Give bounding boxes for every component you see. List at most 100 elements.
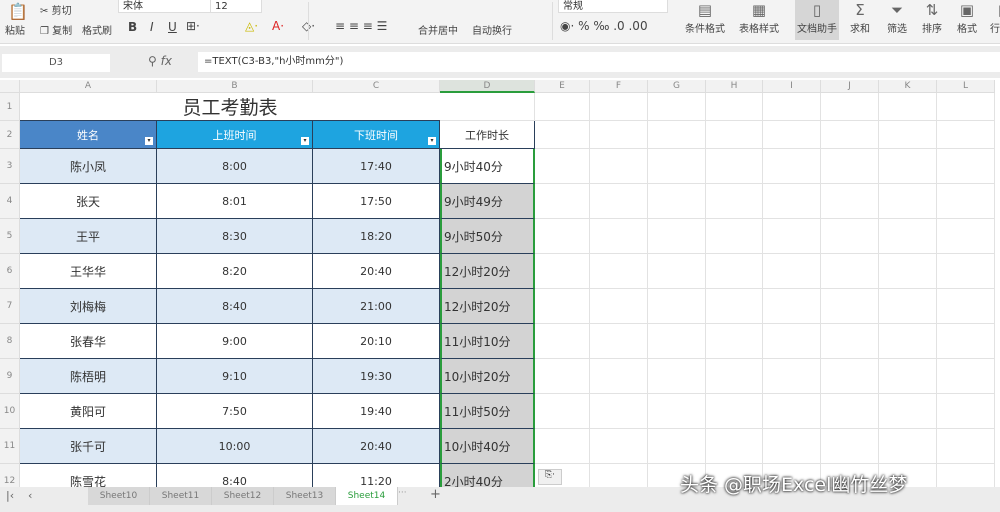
table-cell[interactable]: 18:20: [313, 219, 440, 254]
add-sheet-button[interactable]: +: [430, 487, 441, 502]
paste-icon[interactable]: 📋: [8, 2, 28, 21]
sheet-tab[interactable]: Sheet11: [150, 487, 212, 505]
number-format-select[interactable]: 常规: [558, 0, 668, 13]
formula-input[interactable]: =TEXT(C3-B3,"h小时mm分"): [198, 52, 1000, 72]
cell[interactable]: [648, 219, 706, 254]
cell[interactable]: [648, 254, 706, 289]
cell[interactable]: [706, 121, 763, 149]
cell[interactable]: [590, 254, 648, 289]
cell[interactable]: [937, 121, 995, 149]
table-cell[interactable]: 11小时50分: [440, 394, 535, 429]
row-header-5[interactable]: 5: [0, 219, 20, 254]
cell[interactable]: [706, 429, 763, 464]
select-all-corner[interactable]: [0, 80, 20, 93]
cell-D1[interactable]: [440, 93, 535, 121]
table-cell[interactable]: 张天: [20, 184, 157, 219]
table-cell[interactable]: 9小时49分: [440, 184, 535, 219]
table-cell[interactable]: 20:10: [313, 324, 440, 359]
cell[interactable]: [648, 394, 706, 429]
cell[interactable]: [535, 149, 590, 184]
cell[interactable]: [821, 254, 879, 289]
border-icon[interactable]: ⊞·: [186, 19, 200, 33]
paste-button[interactable]: 粘贴: [5, 22, 25, 37]
cell[interactable]: [535, 324, 590, 359]
table-cell[interactable]: 21:00: [313, 289, 440, 324]
cell[interactable]: [937, 324, 995, 359]
cell[interactable]: [648, 289, 706, 324]
merge-center-button[interactable]: 合并居中: [418, 22, 458, 37]
cell[interactable]: [821, 121, 879, 149]
column-header-K[interactable]: K: [879, 80, 937, 93]
cell[interactable]: [590, 121, 648, 149]
cell[interactable]: [763, 121, 821, 149]
copy-button[interactable]: ❐ 复制: [40, 22, 72, 37]
cell[interactable]: [937, 149, 995, 184]
cell[interactable]: [937, 219, 995, 254]
row-header-2[interactable]: 2: [0, 121, 20, 149]
cell[interactable]: [879, 289, 937, 324]
cell[interactable]: [821, 359, 879, 394]
cell[interactable]: [821, 429, 879, 464]
row-header-6[interactable]: 6: [0, 254, 20, 289]
table-cell[interactable]: 19:40: [313, 394, 440, 429]
cell[interactable]: [648, 121, 706, 149]
table-cell[interactable]: 王平: [20, 219, 157, 254]
filter-button[interactable]: ⏷ 筛选: [882, 0, 912, 40]
column-header-I[interactable]: I: [763, 80, 821, 93]
prev-sheet-button[interactable]: ‹: [28, 489, 32, 502]
table-cell[interactable]: 12小时20分: [440, 254, 535, 289]
cell[interactable]: [763, 254, 821, 289]
conditional-format-button[interactable]: ▤ 条件格式: [680, 0, 730, 40]
italic-button[interactable]: I: [150, 20, 154, 34]
cell[interactable]: [706, 359, 763, 394]
cell[interactable]: [821, 219, 879, 254]
cell[interactable]: [879, 93, 937, 121]
table-cell[interactable]: 张千可: [20, 429, 157, 464]
row-header-4[interactable]: 4: [0, 184, 20, 219]
table-cell[interactable]: 刘梅梅: [20, 289, 157, 324]
column-header-D[interactable]: D: [440, 80, 535, 93]
underline-button[interactable]: U: [168, 20, 177, 34]
row-header-1[interactable]: 1: [0, 93, 20, 121]
first-sheet-button[interactable]: |‹: [6, 489, 14, 502]
table-cell[interactable]: 9小时40分: [440, 149, 535, 184]
cut-button[interactable]: ✂ 剪切: [40, 2, 72, 17]
sheet-tab[interactable]: Sheet10: [88, 487, 150, 505]
cell[interactable]: [937, 184, 995, 219]
row-header-10[interactable]: 10: [0, 394, 20, 429]
table-cell[interactable]: 19:30: [313, 359, 440, 394]
rows-cols-button[interactable]: ▥ 行和列: [985, 0, 1000, 40]
table-cell[interactable]: 陈梧明: [20, 359, 157, 394]
row-header-3[interactable]: 3: [0, 149, 20, 184]
table-cell[interactable]: 12小时20分: [440, 289, 535, 324]
cell[interactable]: [821, 184, 879, 219]
cell[interactable]: [937, 93, 995, 121]
row-header-9[interactable]: 9: [0, 359, 20, 394]
number-format-icons[interactable]: ◉· % ‰ .0 .00: [560, 19, 648, 33]
fill-color-icon[interactable]: ◬·: [245, 19, 258, 33]
cell[interactable]: [648, 359, 706, 394]
row-header-11[interactable]: 11: [0, 429, 20, 464]
table-cell[interactable]: 王华华: [20, 254, 157, 289]
sheet-tab[interactable]: Sheet13: [274, 487, 336, 505]
table-cell[interactable]: 10:00: [157, 429, 313, 464]
table-cell[interactable]: 9:10: [157, 359, 313, 394]
table-cell[interactable]: 8:00: [157, 149, 313, 184]
table-cell[interactable]: 8:40: [157, 289, 313, 324]
cell[interactable]: [648, 149, 706, 184]
table-cell[interactable]: 陈小凤: [20, 149, 157, 184]
cell[interactable]: [879, 219, 937, 254]
cell[interactable]: [706, 93, 763, 121]
cell[interactable]: [821, 93, 879, 121]
column-header-H[interactable]: H: [706, 80, 763, 93]
cell[interactable]: [937, 429, 995, 464]
cell[interactable]: [937, 359, 995, 394]
table-cell[interactable]: 8:01: [157, 184, 313, 219]
wrap-text-button[interactable]: 自动换行: [472, 22, 512, 37]
cell[interactable]: [535, 184, 590, 219]
cell[interactable]: [937, 254, 995, 289]
table-cell[interactable]: 9:00: [157, 324, 313, 359]
filter-dropdown-icon[interactable]: ▾: [301, 137, 309, 145]
row-header-7[interactable]: 7: [0, 289, 20, 324]
cell[interactable]: [535, 429, 590, 464]
